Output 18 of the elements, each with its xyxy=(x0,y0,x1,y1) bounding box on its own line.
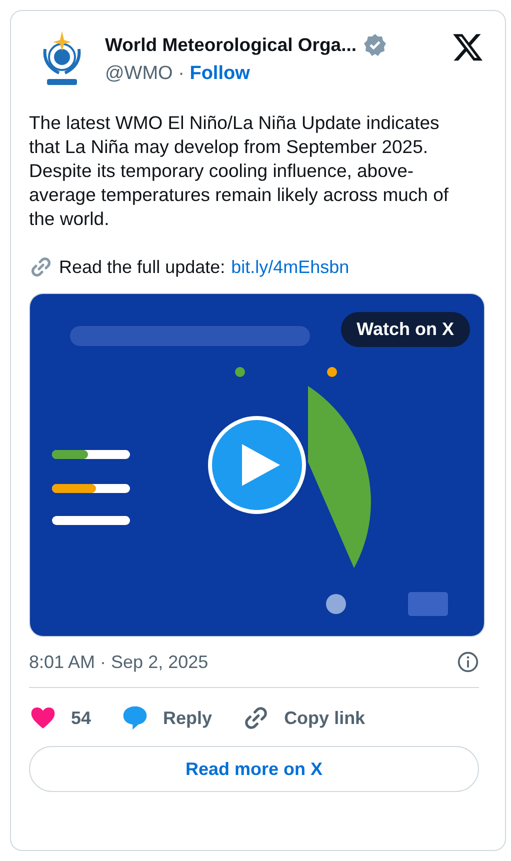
play-icon xyxy=(242,444,280,486)
author-name: World Meteorological Orga... xyxy=(105,34,356,56)
follow-link[interactable]: Follow xyxy=(190,63,250,84)
read-more-button[interactable]: Read more on X xyxy=(29,746,479,792)
like-button[interactable]: 54 xyxy=(29,704,92,732)
timestamp: 8:01 AM · Sep 2, 2025 xyxy=(29,652,208,672)
x-logo-icon xyxy=(451,31,485,63)
speech-bubble-icon xyxy=(121,704,150,732)
author-handle: @WMO xyxy=(105,63,173,84)
update-link[interactable]: bit.ly/4mEhsbn xyxy=(231,255,350,279)
watch-on-x-button[interactable]: Watch on X xyxy=(340,312,470,347)
post-text: The latest WMO El Niño/La Niña Update indicates that La Niña may develop from September 2025. Despite its temporary cooling influence, above-average temperatures remain likely across much of the world. xyxy=(29,111,450,231)
separator-dot: · xyxy=(177,63,186,84)
info-icon[interactable] xyxy=(457,651,479,673)
copy-button[interactable]: Copy link xyxy=(242,704,366,732)
link-caption: Read the full update: xyxy=(59,256,226,279)
reply-button[interactable]: Reply xyxy=(121,704,212,732)
link-icon xyxy=(29,255,53,279)
